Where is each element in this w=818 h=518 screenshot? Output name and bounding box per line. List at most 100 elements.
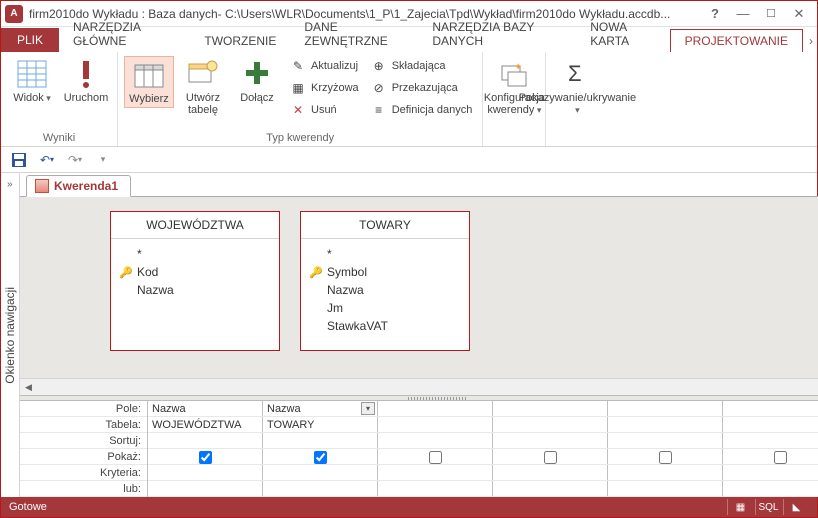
- view-button[interactable]: Widok: [7, 56, 57, 106]
- field-stawkavat[interactable]: StawkaVAT: [309, 317, 461, 335]
- show-checkbox[interactable]: [429, 451, 442, 464]
- canvas-hscroll[interactable]: ◀▶: [20, 378, 818, 395]
- maximize-button[interactable]: [757, 3, 785, 25]
- dropdown-icon[interactable]: ▾: [361, 402, 375, 415]
- field-nazwa[interactable]: Nazwa: [119, 281, 271, 299]
- grid-cell[interactable]: [608, 433, 723, 448]
- show-checkbox[interactable]: [199, 451, 212, 464]
- tab-create[interactable]: TWORZENIE: [190, 30, 290, 52]
- grid-cell[interactable]: [493, 481, 608, 496]
- field-symbol[interactable]: 🔑Symbol: [309, 263, 461, 281]
- table-towary[interactable]: TOWARY * 🔑Symbol Nazwa Jm StawkaVAT: [300, 211, 470, 351]
- grid-cell[interactable]: [148, 465, 263, 480]
- grid-cell[interactable]: [723, 465, 818, 480]
- grid-cell[interactable]: [493, 401, 608, 416]
- grid-cell[interactable]: [608, 417, 723, 432]
- help-button[interactable]: [701, 3, 729, 25]
- grid-cell[interactable]: [493, 417, 608, 432]
- grid-cell[interactable]: Nazwa▾: [263, 401, 378, 416]
- maketable-icon: [187, 58, 219, 90]
- view-design-button[interactable]: ◣: [783, 499, 809, 515]
- grid-cell[interactable]: [723, 401, 818, 416]
- grid-cell[interactable]: [263, 449, 378, 464]
- field-star[interactable]: *: [119, 245, 271, 263]
- grid-cell[interactable]: TOWARY: [263, 417, 378, 432]
- grid-row-labels: Pole: Tabela: Sortuj: Pokaż: Kryteria: l…: [20, 401, 148, 497]
- run-label: Uruchom: [64, 92, 109, 104]
- tab-design[interactable]: PROJEKTOWANIE: [670, 29, 803, 52]
- maketable-button[interactable]: Utwórz tabelę: [178, 56, 228, 118]
- design-canvas[interactable]: WOJEWÓDZTWA * 🔑Kod Nazwa TOWARY * 🔑Symbo…: [20, 197, 818, 395]
- table-wojewodztwa[interactable]: WOJEWÓDZTWA * 🔑Kod Nazwa: [110, 211, 280, 351]
- tab-home[interactable]: NARZĘDZIA GŁÓWNE: [59, 16, 190, 52]
- grid-cell[interactable]: [723, 417, 818, 432]
- grid-cell[interactable]: [493, 433, 608, 448]
- datadef-button[interactable]: ≡Definicja danych: [367, 100, 477, 120]
- undo-button[interactable]: ↶ ▾: [37, 150, 57, 170]
- view-sql-button[interactable]: SQL: [755, 499, 781, 515]
- show-checkbox[interactable]: [544, 451, 557, 464]
- grid-cell[interactable]: [608, 449, 723, 464]
- grid-cell[interactable]: [148, 481, 263, 496]
- redo-button[interactable]: ↷ ▾: [65, 150, 85, 170]
- update-icon: ✎: [290, 58, 306, 74]
- grid-cell[interactable]: [723, 433, 818, 448]
- field-star[interactable]: *: [309, 245, 461, 263]
- doc-tab-query1[interactable]: Kwerenda1: [26, 175, 131, 197]
- grid-cell[interactable]: [723, 449, 818, 464]
- qat-customize-button[interactable]: ▾: [93, 150, 113, 170]
- run-button[interactable]: Uruchom: [61, 56, 111, 106]
- label-kryteria: Kryteria:: [20, 465, 147, 481]
- passthrough-label: Przekazująca: [392, 82, 458, 94]
- grid-cell[interactable]: [608, 465, 723, 480]
- showhide-button[interactable]: Σ Pokazywanie/ukrywanie: [552, 56, 602, 118]
- grid-cell[interactable]: [148, 449, 263, 464]
- delete-label: Usuń: [311, 104, 337, 116]
- nav-pane-collapsed[interactable]: » Okienko nawigacji: [1, 173, 20, 497]
- config-icon: ✦: [498, 58, 530, 90]
- crosstab-label: Krzyżowa: [311, 82, 359, 94]
- grid-cell[interactable]: [378, 401, 493, 416]
- grid-cell[interactable]: [378, 449, 493, 464]
- union-button[interactable]: ⊕Składająca: [367, 56, 477, 76]
- tab-newtab[interactable]: Nowa karta: [576, 16, 669, 52]
- delete-button[interactable]: ✕Usuń: [286, 100, 363, 120]
- grid-cell[interactable]: [493, 449, 608, 464]
- field-nazwa[interactable]: Nazwa: [309, 281, 461, 299]
- tab-dbtools[interactable]: NARZĘDZIA BAZY DANYCH: [418, 16, 576, 52]
- tab-external[interactable]: DANE ZEWNĘTRZNE: [290, 16, 418, 52]
- minimize-button[interactable]: [729, 3, 757, 25]
- grid-cell[interactable]: [608, 481, 723, 496]
- grid-cell[interactable]: [263, 465, 378, 480]
- expand-nav-icon[interactable]: »: [7, 179, 13, 190]
- show-checkbox[interactable]: [659, 451, 672, 464]
- append-button[interactable]: Dołącz: [232, 56, 282, 106]
- label-pokaz: Pokaż:: [20, 449, 147, 465]
- grid-cell[interactable]: [493, 465, 608, 480]
- field-jm[interactable]: Jm: [309, 299, 461, 317]
- grid-cell[interactable]: [263, 481, 378, 496]
- grid-cell[interactable]: [148, 433, 263, 448]
- show-checkbox[interactable]: [774, 451, 787, 464]
- close-button[interactable]: [785, 3, 813, 25]
- grid-cell[interactable]: Nazwa: [148, 401, 263, 416]
- grid-cell[interactable]: [378, 481, 493, 496]
- grid-cell[interactable]: [378, 433, 493, 448]
- select-query-button[interactable]: Wybierz: [124, 56, 174, 108]
- grid-cell[interactable]: [723, 481, 818, 496]
- grid-cell[interactable]: [378, 465, 493, 480]
- update-button[interactable]: ✎Aktualizuj: [286, 56, 363, 76]
- show-checkbox[interactable]: [314, 451, 327, 464]
- tab-file[interactable]: PLIK: [1, 28, 59, 52]
- passthrough-button[interactable]: ⊘Przekazująca: [367, 78, 477, 98]
- view-datasheet-button[interactable]: ▦: [727, 499, 753, 515]
- save-button[interactable]: [9, 150, 29, 170]
- grid-cell[interactable]: [378, 417, 493, 432]
- grid-cell[interactable]: WOJEWÓDZTWA: [148, 417, 263, 432]
- grid-cell[interactable]: [608, 401, 723, 416]
- field-kod[interactable]: 🔑Kod: [119, 263, 271, 281]
- ribbon-scroll-right-icon[interactable]: ›: [805, 30, 817, 52]
- crosstab-button[interactable]: ▦Krzyżowa: [286, 78, 363, 98]
- key-icon: 🔑: [309, 266, 321, 279]
- grid-cell[interactable]: [263, 433, 378, 448]
